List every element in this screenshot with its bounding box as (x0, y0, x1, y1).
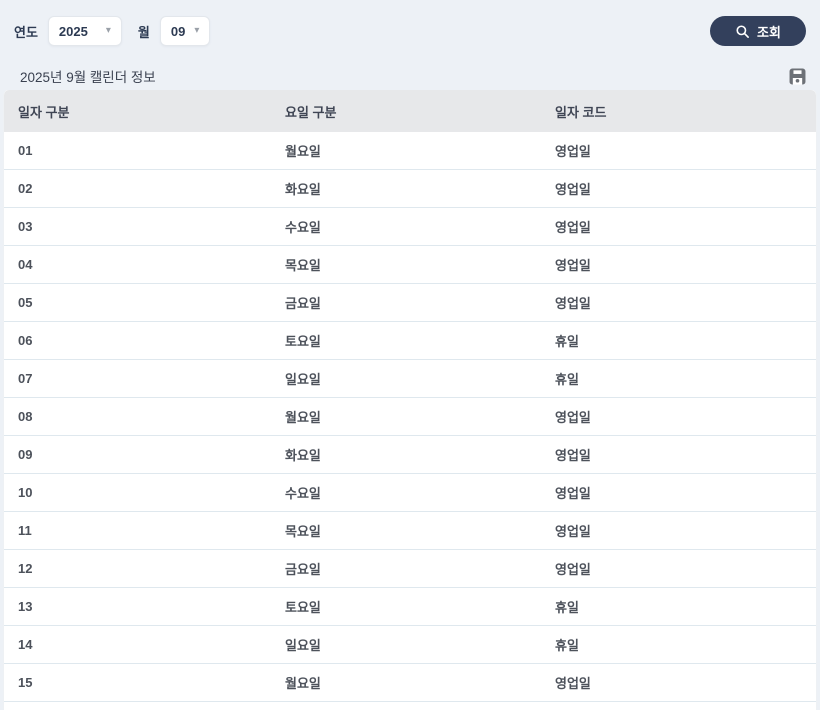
cell-code: 영업일 (555, 182, 591, 197)
table-row[interactable]: 08 월요일 영업일 (4, 398, 816, 436)
cell-weekday: 금요일 (285, 562, 321, 577)
cell-weekday: 월요일 (285, 144, 321, 159)
search-button[interactable]: 조회 (710, 16, 806, 46)
cell-weekday: 금요일 (285, 296, 321, 311)
year-select-value: 2025 (58, 23, 88, 39)
cell-date: 08 (18, 409, 33, 424)
cell-code: 영업일 (555, 296, 591, 311)
table-row[interactable]: 06 토요일 휴일 (4, 322, 816, 360)
cell-code: 영업일 (555, 410, 591, 425)
cell-code: 영업일 (555, 258, 591, 273)
cell-weekday: 목요일 (285, 524, 321, 539)
cell-date: 12 (18, 561, 33, 576)
column-header-code: 일자 코드 (555, 104, 607, 120)
cell-weekday: 화요일 (285, 448, 321, 463)
cell-weekday: 목요일 (285, 258, 321, 273)
panel-title: 2025년 9월 캘린더 정보 (20, 70, 156, 85)
cell-date: 09 (18, 447, 33, 462)
cell-date: 14 (18, 637, 33, 652)
chevron-down-icon: ▾ (105, 25, 111, 36)
cell-weekday: 토요일 (285, 600, 321, 615)
table-row[interactable]: 09 화요일 영업일 (4, 436, 816, 474)
cell-code: 영업일 (555, 448, 591, 463)
cell-code: 영업일 (555, 524, 591, 539)
cell-weekday: 토요일 (285, 334, 321, 349)
search-icon (735, 24, 750, 39)
cell-weekday: 수요일 (285, 220, 321, 235)
cell-code: 휴일 (555, 334, 579, 349)
table-row[interactable]: 02 화요일 영업일 (4, 170, 816, 208)
cell-code: 영업일 (555, 676, 591, 691)
month-select[interactable]: 09 ▾ (159, 16, 210, 46)
search-button-label: 조회 (757, 24, 781, 40)
floppy-disk-icon (789, 68, 806, 88)
chevron-down-icon: ▾ (194, 25, 200, 36)
cell-code: 영업일 (555, 144, 591, 159)
month-label: 월 (137, 24, 150, 40)
year-select[interactable]: 2025 ▾ (47, 16, 122, 46)
cell-date: 13 (18, 599, 33, 614)
cell-code: 영업일 (555, 220, 591, 235)
cell-date: 04 (18, 257, 33, 272)
panel-header: 2025년 9월 캘린더 정보 (0, 62, 820, 90)
cell-date: 11 (18, 523, 32, 538)
cell-code: 휴일 (555, 638, 579, 653)
cell-code: 휴일 (555, 372, 579, 387)
table-row[interactable]: 11 목요일 영업일 (4, 512, 816, 550)
calendar-table: 일자 구분 요일 구분 일자 코드 01 월요일 영업일 02 화요일 영업일 … (3, 90, 817, 710)
cell-weekday: 일요일 (285, 372, 321, 387)
table-body: 01 월요일 영업일 02 화요일 영업일 03 수요일 영업일 04 목요일 … (4, 132, 816, 702)
cell-date: 01 (18, 143, 33, 158)
save-button[interactable] (789, 68, 806, 85)
cell-weekday: 화요일 (285, 182, 321, 197)
cell-weekday: 월요일 (285, 410, 321, 425)
table-row[interactable]: 15 월요일 영업일 (4, 664, 816, 702)
table-row[interactable]: 03 수요일 영업일 (4, 208, 816, 246)
month-select-value: 09 (170, 23, 186, 39)
table-row[interactable]: 14 일요일 휴일 (4, 626, 816, 664)
cell-date: 05 (18, 295, 33, 310)
cell-code: 영업일 (555, 486, 591, 501)
table-header-row: 일자 구분 요일 구분 일자 코드 (4, 90, 816, 132)
cell-weekday: 월요일 (285, 676, 321, 691)
table-row[interactable]: 01 월요일 영업일 (4, 132, 816, 170)
cell-date: 03 (18, 219, 33, 234)
table-row[interactable]: 13 토요일 휴일 (4, 588, 816, 626)
table-row[interactable]: 07 일요일 휴일 (4, 360, 816, 398)
column-header-date: 일자 구분 (18, 104, 70, 120)
toolbar: 연도 2025 ▾ 월 09 ▾ 조회 (0, 0, 820, 62)
cell-date: 10 (18, 485, 33, 500)
year-label: 연도 (14, 24, 38, 40)
cell-date: 15 (18, 675, 33, 690)
cell-date: 07 (18, 371, 33, 386)
cell-code: 영업일 (555, 562, 591, 577)
column-header-weekday: 요일 구분 (285, 104, 337, 120)
table-row[interactable]: 12 금요일 영업일 (4, 550, 816, 588)
cell-date: 02 (18, 181, 33, 196)
table-row[interactable]: 05 금요일 영업일 (4, 284, 816, 322)
table-row[interactable]: 10 수요일 영업일 (4, 474, 816, 512)
cell-weekday: 일요일 (285, 638, 321, 653)
cell-date: 06 (18, 333, 33, 348)
cell-weekday: 수요일 (285, 486, 321, 501)
table-row[interactable]: 04 목요일 영업일 (4, 246, 816, 284)
cell-code: 휴일 (555, 600, 579, 615)
